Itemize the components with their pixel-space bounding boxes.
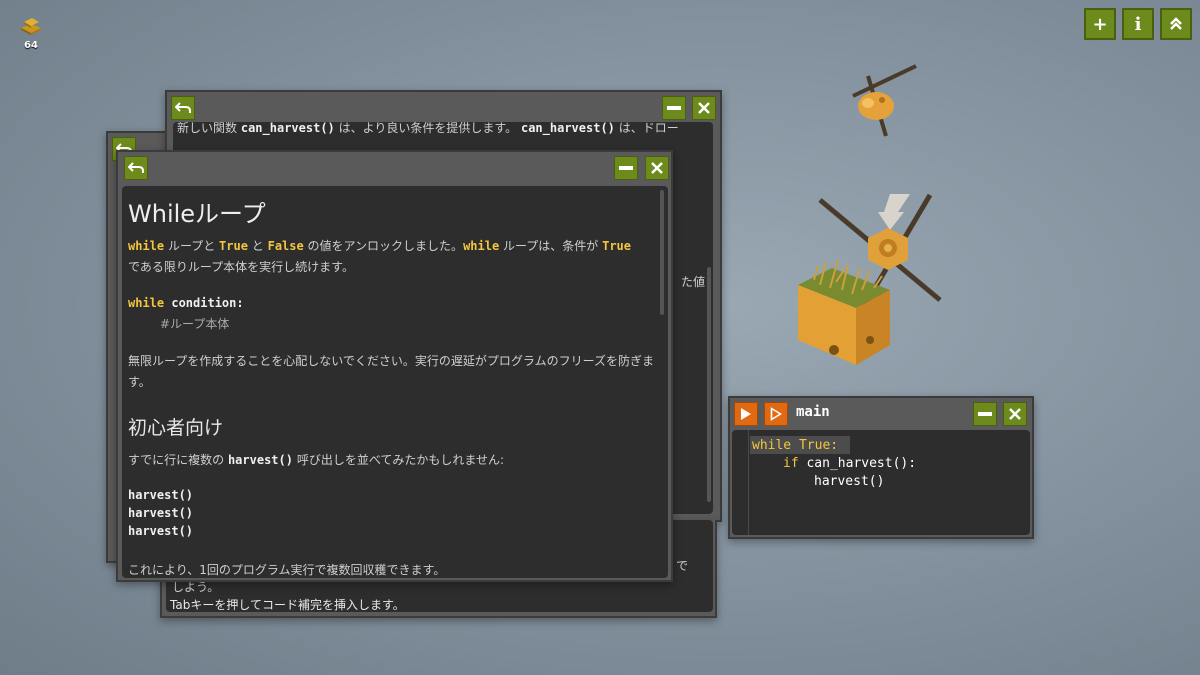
lower-window-line2: Tabキーを押してコード補完を挿入します。 <box>170 598 405 612</box>
close-icon <box>1009 408 1021 420</box>
intro-paragraph: while ループと True と False の値をアンロックしました。whi… <box>128 239 632 274</box>
code-window-main: main while True: if can_harvest(): harve… <box>728 396 1034 539</box>
code-line-2: if can_harvest(): <box>783 456 917 471</box>
play-icon <box>741 408 751 420</box>
beginner-heading: 初心者向け <box>128 417 224 439</box>
code-window-title[interactable]: main <box>796 404 830 420</box>
lower-window-edge-text: で <box>676 559 689 573</box>
beginner-paragraph: すでに行に複数の harvest() 呼び出しを並べてみたかもしれません: <box>128 453 505 467</box>
front-back-button[interactable] <box>124 156 148 180</box>
back-window-close-button[interactable] <box>692 96 716 120</box>
run-button[interactable] <box>734 402 758 426</box>
code-window-minimize-button[interactable] <box>973 402 997 426</box>
plus-icon: + <box>1092 13 1108 35</box>
code-window-close-button[interactable] <box>1003 402 1027 426</box>
code-line-1: while True: <box>752 438 839 453</box>
help-window-front: Whileループ while ループと True と False の値をアンロッ… <box>116 150 673 582</box>
front-close-button[interactable] <box>645 156 669 180</box>
back-window-scrollbar[interactable] <box>707 267 711 502</box>
page-title: Whileループ <box>128 200 266 228</box>
front-scrollbar[interactable] <box>660 190 664 315</box>
collapse-button[interactable] <box>1160 8 1192 40</box>
info-icon: i <box>1134 13 1142 35</box>
code-example-harvest: harvest() harvest() harvest() <box>128 488 194 538</box>
drone-sprite <box>852 64 917 137</box>
close-icon <box>698 102 710 114</box>
back-window-line1: 新しい関数 can_harvest() は、より良い条件を提供します。 can_… <box>177 122 679 135</box>
back-window-minimize-button[interactable] <box>662 96 686 120</box>
double-chevron-up-icon <box>1170 17 1182 30</box>
code-example-while: while condition: <box>128 296 244 310</box>
code-example-comment: #ループ本体 <box>160 317 230 331</box>
info-button[interactable]: i <box>1122 8 1154 40</box>
back-window-side-text: た値 <box>681 275 706 289</box>
gold-counter: 64 <box>16 14 46 51</box>
gold-count: 64 <box>24 40 38 51</box>
play-outline-icon <box>770 407 782 421</box>
back-arrow-icon <box>175 102 191 113</box>
infinite-loop-paragraph: 無限ループを作成することを心配しないでください。実行の遅延がプログラムのフリーズ… <box>128 354 654 389</box>
farm-tile-sprite <box>798 193 942 365</box>
back-window-back-button[interactable] <box>171 96 195 120</box>
add-window-button[interactable]: + <box>1084 8 1116 40</box>
code-line-3: harvest() <box>814 474 885 489</box>
code-editor[interactable]: while True: if can_harvest(): harvest() <box>732 430 1030 535</box>
minimize-icon <box>619 166 633 170</box>
back-arrow-icon <box>128 162 144 173</box>
minimize-icon <box>667 106 681 110</box>
minimize-icon <box>978 412 992 416</box>
close-icon <box>651 162 663 174</box>
front-minimize-button[interactable] <box>614 156 638 180</box>
result-paragraph: これにより、1回のプログラム実行で複数回収穫できます。 <box>128 563 446 577</box>
step-button[interactable] <box>764 402 788 426</box>
gold-bars-icon <box>21 18 41 35</box>
